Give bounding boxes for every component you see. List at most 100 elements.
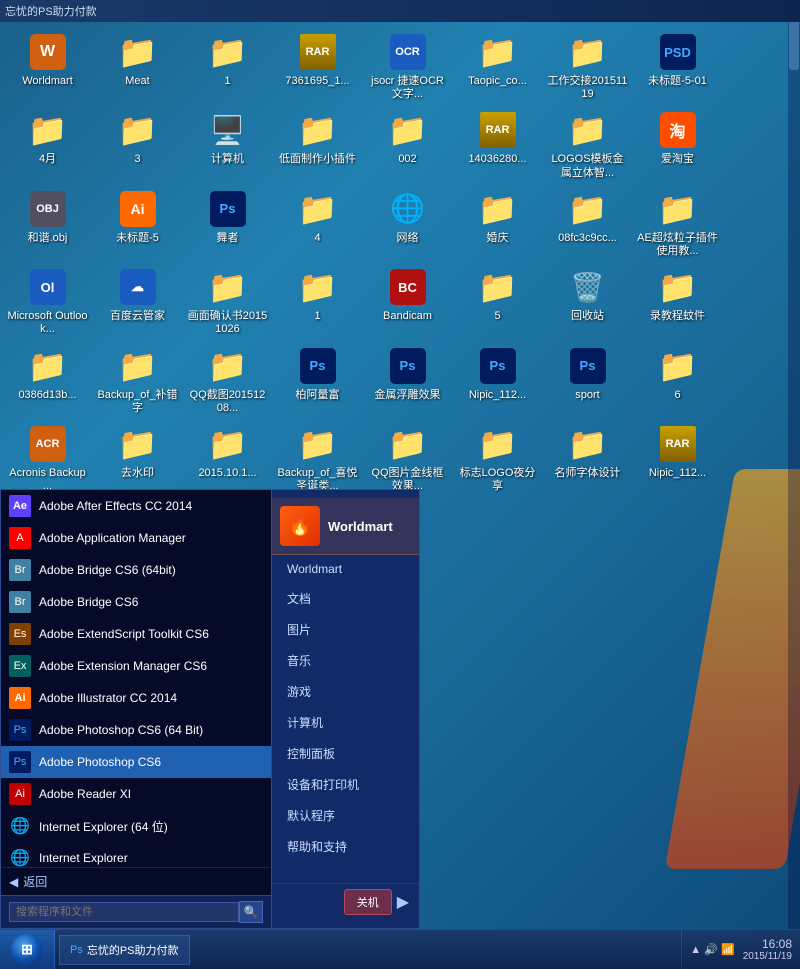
icon-recycle[interactable]: 🗑️ 回收站 (545, 262, 630, 340)
start-item-ae2014[interactable]: Ae Adobe After Effects CC 2014 (1, 490, 271, 522)
icon-worldmart[interactable]: W Worldmart (5, 27, 90, 105)
start-back-button[interactable]: ◀ 返回 (1, 867, 271, 895)
clock-area[interactable]: 16:08 2015/11/19 (743, 937, 792, 962)
ie64-icon: 🌐 (9, 815, 31, 837)
start-place-control-panel[interactable]: 控制面板 (272, 738, 419, 769)
icon-logos[interactable]: 📁 LOGOS模板金属立体智... (545, 105, 630, 183)
adobe-icon: A (9, 527, 31, 549)
icon-08fc3[interactable]: 📁 08fc3c9cc... (545, 184, 630, 262)
icon-6[interactable]: 📁 6 (635, 341, 720, 419)
icon-april[interactable]: 📁 4月 (5, 105, 90, 183)
icon-computer[interactable]: 🖥️ 计算机 (185, 105, 270, 183)
start-item-ie64[interactable]: 🌐 Internet Explorer (64 位) (1, 810, 271, 842)
icon-harmony[interactable]: OBJ 和谐.obj (5, 184, 90, 262)
icon-qq-screenshot[interactable]: 📁 QQ截图20151208... (185, 341, 270, 419)
icon-tutorial[interactable]: 📁 录教程蚊件 (635, 262, 720, 340)
desktop-scrollbar[interactable] (788, 0, 800, 969)
start-item-extendscript[interactable]: Es Adobe ExtendScript Toolkit CS6 (1, 618, 271, 650)
search-button[interactable]: 🔍 (239, 901, 263, 923)
start-item-ps-cs6[interactable]: Ps Adobe Photoshop CS6 (1, 746, 271, 778)
icon-qq-pics[interactable]: 📁 QQ图片金线框效果... (365, 419, 450, 497)
icon-bandicam[interactable]: BC Bandicam (365, 262, 450, 340)
icon-taopic[interactable]: 📁 Taopic_co... (455, 27, 540, 105)
pdf-icon: Ai (9, 783, 31, 805)
ie-icon: 🌐 (9, 847, 31, 867)
start-place-music[interactable]: 音乐 (272, 645, 419, 676)
icon-outlook[interactable]: Ol Microsoft Outlook... (5, 262, 90, 340)
taskbar-task-label: 忘忧的PS助力付款 (87, 942, 179, 958)
icon-0386d13b[interactable]: 📁 0386d13b... (5, 341, 90, 419)
start-item-reader[interactable]: Ai Adobe Reader XI (1, 778, 271, 810)
icon-2015-101[interactable]: 📁 2015.10.1... (185, 419, 270, 497)
taskbar: ⊞ Ps 忘忧的PS助力付款 ▲ 🔊 📶 16:08 2015/11/19 (0, 929, 800, 969)
start-item-illustrator[interactable]: Ai Adobe Illustrator CC 2014 (1, 682, 271, 714)
icon-work-exchange[interactable]: 📁 工作交接20151119 (545, 27, 630, 105)
icon-backup1[interactable]: 📁 Backup_of_补错字 (95, 341, 180, 419)
start-place-default-progs[interactable]: 默认程序 (272, 800, 419, 831)
icon-font-design[interactable]: 📁 名师字体设计 (545, 419, 630, 497)
start-item-ie[interactable]: 🌐 Internet Explorer (1, 842, 271, 867)
back-label: 返回 (23, 873, 47, 890)
icon-unlabeled-5-ai[interactable]: Ai 未标题-5 (95, 184, 180, 262)
icon-3[interactable]: 📁 3 (95, 105, 180, 183)
icon-baidu-cloud[interactable]: ☁ 百度云管家 (95, 262, 180, 340)
start-menu-right: 🔥 Worldmart Worldmart 文档 图片 音乐 游戏 计算机 控制… (271, 490, 419, 928)
start-button[interactable]: ⊞ (0, 930, 55, 969)
icon-sport[interactable]: Ps sport (545, 341, 630, 419)
taskbar-tray: ▲ 🔊 📶 16:08 2015/11/19 (681, 930, 800, 969)
ps-64-icon: Ps (9, 719, 31, 741)
clock-time: 16:08 (743, 937, 792, 951)
icon-14036280[interactable]: RAR 14036280... (455, 105, 540, 183)
icon-1[interactable]: 📁 1 (185, 27, 270, 105)
start-place-computer[interactable]: 计算机 (272, 707, 419, 738)
programs-list: Ae Adobe After Effects CC 2014 A Adobe A… (1, 490, 271, 867)
start-item-app-manager[interactable]: A Adobe Application Manager (1, 522, 271, 554)
icon-network[interactable]: 🌐 网络 (365, 184, 450, 262)
icon-ps-paidang[interactable]: Ps 柏阿量富 (275, 341, 360, 419)
icon-nipic-112b[interactable]: RAR Nipic_112... (635, 419, 720, 497)
start-place-pictures[interactable]: 图片 (272, 614, 419, 645)
start-place-docs[interactable]: 文档 (272, 583, 419, 614)
start-place-devices[interactable]: 设备和打印机 (272, 769, 419, 800)
icon-watermark[interactable]: 📁 去水印 (95, 419, 180, 497)
icon-taobao[interactable]: 淘 爱淘宝 (635, 105, 720, 183)
ai-start-icon: Ai (9, 687, 31, 709)
icon-backup2[interactable]: 📁 Backup_of_喜悦圣诞类... (275, 419, 360, 497)
icon-nipic-112[interactable]: Ps Nipic_112... (455, 341, 540, 419)
icon-logo-night[interactable]: 📁 标志LOGO夜分享 (455, 419, 540, 497)
start-search-area: 🔍 (1, 895, 271, 928)
ext-icon: Ex (9, 655, 31, 677)
taskbar-tasks: Ps 忘忧的PS助力付款 (55, 930, 681, 969)
shutdown-button[interactable]: 关机 (344, 889, 392, 915)
icon-7361695[interactable]: RAR 7361695_1... (275, 27, 360, 105)
icon-unlabeled-501[interactable]: PSD 未标题-5-01 (635, 27, 720, 105)
power-arrow[interactable]: ▶ (397, 892, 409, 912)
bridge-icon2: Br (9, 591, 31, 613)
ae-icon: Ae (9, 495, 31, 517)
es-icon: Es (9, 623, 31, 645)
start-place-help[interactable]: 帮助和支持 (272, 831, 419, 862)
desktop: 忘忧的PS助力付款 W Worldmart 📁 Meat 📁 1 (0, 0, 800, 969)
start-item-ps-64[interactable]: Ps Adobe Photoshop CS6 (64 Bit) (1, 714, 271, 746)
titlebar-text: 忘忧的PS助力付款 (5, 3, 97, 19)
icon-1b[interactable]: 📁 1 (275, 262, 360, 340)
icon-5[interactable]: 📁 5 (455, 262, 540, 340)
start-place-games[interactable]: 游戏 (272, 676, 419, 707)
icon-ps-dancer[interactable]: Ps 舞者 (185, 184, 270, 262)
icon-ae-plugin[interactable]: 📁 AE超炫粒子插件使用教... (635, 184, 720, 262)
start-item-bridge-64[interactable]: Br Adobe Bridge CS6 (64bit) (1, 554, 271, 586)
start-search-input[interactable] (9, 902, 239, 922)
start-item-extension-mgr[interactable]: Ex Adobe Extension Manager CS6 (1, 650, 271, 682)
icon-wedding[interactable]: 📁 婚庆 (455, 184, 540, 262)
icon-4[interactable]: 📁 4 (275, 184, 360, 262)
start-place-worldmart[interactable]: Worldmart (272, 555, 419, 583)
icon-lowcost[interactable]: 📁 低面制作小插件 (275, 105, 360, 183)
start-item-bridge[interactable]: Br Adobe Bridge CS6 (1, 586, 271, 618)
taskbar-task-ps[interactable]: Ps 忘忧的PS助力付款 (59, 935, 190, 965)
icon-jsocr[interactable]: OCR jsocr 捷速OCR文字... (365, 27, 450, 105)
icon-screen-confirm[interactable]: 📁 画面确认书20151026 (185, 262, 270, 340)
icon-meat[interactable]: 📁 Meat (95, 27, 180, 105)
icon-002[interactable]: 📁 002 (365, 105, 450, 183)
icon-float-effect[interactable]: Ps 金属浮雕效果 (365, 341, 450, 419)
icon-acronis[interactable]: ACR Acronis Backup ... (5, 419, 90, 497)
